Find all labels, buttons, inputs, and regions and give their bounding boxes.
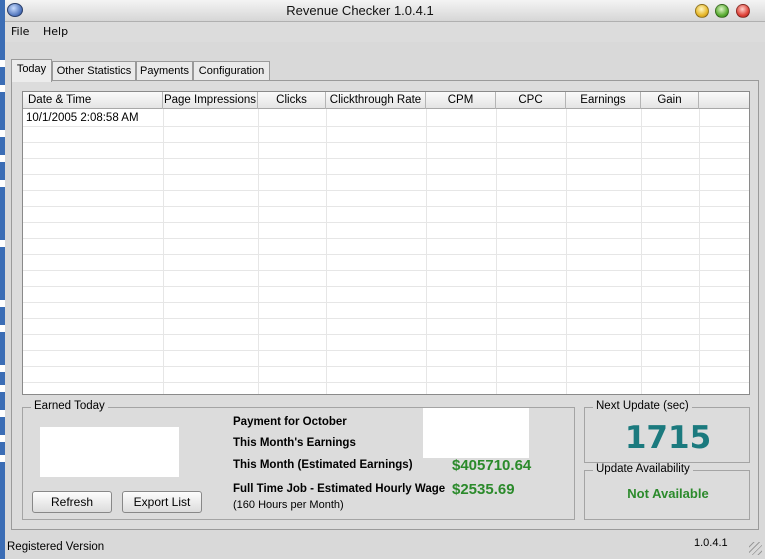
- payment-value-box: [423, 408, 529, 458]
- tab-panel-today: Date & Time Page Impressions Clicks Clic…: [11, 80, 759, 530]
- export-list-button[interactable]: Export List: [122, 491, 202, 513]
- next-update-countdown: 1715: [624, 420, 712, 456]
- column-earnings[interactable]: Earnings: [566, 92, 641, 109]
- refresh-button[interactable]: Refresh: [32, 491, 112, 513]
- tab-today[interactable]: Today: [11, 59, 52, 82]
- statistics-list[interactable]: Date & Time Page Impressions Clicks Clic…: [22, 91, 750, 395]
- tab-other-statistics[interactable]: Other Statistics: [52, 61, 136, 81]
- earned-today-group: Earned Today Refresh Export List Payment…: [22, 400, 575, 520]
- maximize-button[interactable]: [715, 4, 729, 18]
- tab-configuration[interactable]: Configuration: [193, 61, 270, 81]
- column-cpc[interactable]: CPC: [496, 92, 566, 109]
- menu-help[interactable]: Help: [43, 25, 68, 38]
- grid-column-line: [566, 109, 567, 394]
- hourly-wage-value: $2535.69: [452, 481, 515, 498]
- month-estimated-label: This Month (Estimated Earnings): [233, 459, 413, 471]
- tab-payments[interactable]: Payments: [136, 61, 193, 81]
- grid-column-line: [258, 109, 259, 394]
- update-availability-group: Update Availability Not Available: [584, 463, 750, 520]
- column-clicks[interactable]: Clicks: [258, 92, 326, 109]
- list-header: Date & Time Page Impressions Clicks Clic…: [23, 92, 749, 109]
- resize-grip-icon[interactable]: [749, 542, 762, 555]
- month-estimated-value: $405710.64: [452, 457, 532, 474]
- close-button[interactable]: [736, 4, 750, 18]
- menu-bar: File Help: [5, 22, 765, 42]
- payment-label: Payment for October: [233, 416, 347, 428]
- version-label: 1.0.4.1: [694, 537, 728, 549]
- column-filler: [699, 92, 749, 109]
- column-cpm[interactable]: CPM: [426, 92, 496, 109]
- earned-today-label: Earned Today: [31, 400, 108, 412]
- list-item[interactable]: 10/1/2005 2:08:58 AM: [23, 110, 163, 126]
- hourly-wage-note: (160 Hours per Month): [233, 499, 344, 511]
- update-availability-value: Not Available: [627, 486, 709, 501]
- grid-column-line: [496, 109, 497, 394]
- next-update-label: Next Update (sec): [593, 400, 692, 412]
- grid-column-line: [641, 109, 642, 394]
- column-date-time[interactable]: Date & Time: [23, 92, 163, 109]
- column-page-impressions[interactable]: Page Impressions: [163, 92, 258, 109]
- column-gain[interactable]: Gain: [641, 92, 699, 109]
- column-clickthrough-rate[interactable]: Clickthrough Rate: [326, 92, 426, 109]
- month-earnings-label: This Month's Earnings: [233, 437, 356, 449]
- update-availability-label: Update Availability: [593, 463, 693, 475]
- earned-today-value-box: [40, 427, 179, 477]
- app-window: Revenue Checker 1.0.4.1 File Help Today …: [5, 0, 765, 559]
- next-update-group: Next Update (sec) 1715: [584, 400, 750, 463]
- minimize-button[interactable]: [695, 4, 709, 18]
- title-bar[interactable]: Revenue Checker 1.0.4.1: [5, 0, 765, 22]
- grid-column-line: [163, 109, 164, 394]
- grid-column-line: [699, 109, 700, 394]
- grid-column-line: [426, 109, 427, 394]
- window-title: Revenue Checker 1.0.4.1: [286, 3, 434, 18]
- hourly-wage-label: Full Time Job - Estimated Hourly Wage: [233, 483, 446, 495]
- registration-status: Registered Version: [7, 541, 105, 553]
- menu-file[interactable]: File: [11, 25, 29, 38]
- grid-column-line: [326, 109, 327, 394]
